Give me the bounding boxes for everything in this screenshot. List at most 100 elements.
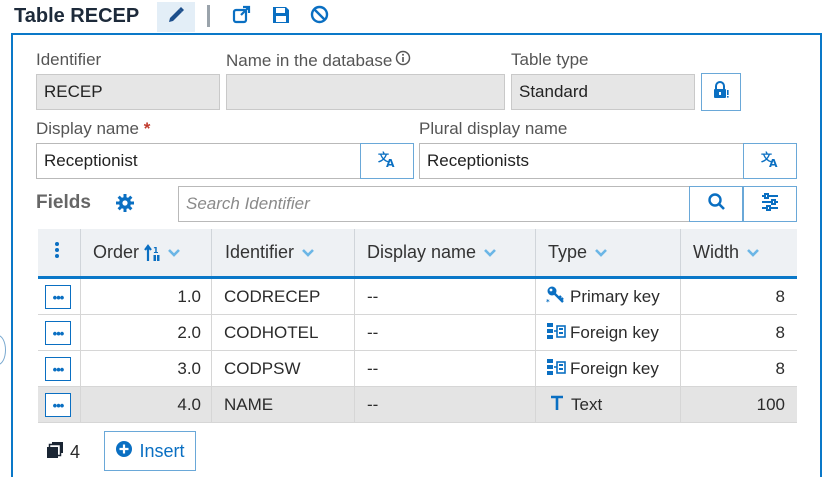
translate-plural-name-button[interactable]: 文A	[743, 143, 797, 179]
more-dots-icon: •••	[52, 325, 65, 341]
width-cell: 100	[756, 395, 785, 414]
display-name-header-label: Display name	[367, 242, 477, 262]
chevron-down-icon	[594, 248, 608, 258]
stack-icon	[46, 441, 64, 464]
tabletype-field[interactable]: Standard	[511, 74, 695, 110]
cell-divider	[354, 279, 355, 315]
dbname-label-wrap: Name in the database	[226, 50, 411, 71]
type-header-label: Type	[548, 242, 588, 262]
display-name-field[interactable]: Receptionist	[36, 143, 361, 179]
type-cell: Text	[550, 387, 602, 423]
identifier-cell: CODHOTEL	[224, 323, 319, 342]
translate-icon: 文A	[760, 149, 780, 174]
identifier-field[interactable]: RECEP	[36, 74, 220, 110]
cancel-icon	[310, 5, 329, 29]
display-name-cell: --	[367, 287, 379, 306]
insert-label: Insert	[139, 440, 185, 461]
row-actions-button[interactable]: •••	[45, 321, 71, 345]
svg-text:*: *	[546, 298, 550, 305]
cell-divider	[211, 351, 212, 387]
header-divider	[535, 229, 536, 276]
header-divider	[211, 229, 212, 276]
header-divider	[680, 229, 681, 276]
search-icon	[707, 192, 726, 216]
search-button[interactable]	[689, 186, 743, 222]
row-actions-button[interactable]: •••	[45, 393, 71, 417]
table-row[interactable]: ••• 2.0 CODHOTEL -- Foreign key 8	[38, 315, 797, 351]
order-header-label: Order	[93, 242, 140, 262]
order-cell: 4.0	[177, 395, 201, 414]
width-header-label: Width	[693, 242, 740, 262]
record-count: 4	[46, 441, 80, 464]
insert-button[interactable]: Insert	[104, 431, 196, 471]
order-cell: 3.0	[177, 359, 201, 378]
cell-divider	[354, 315, 355, 351]
vertical-dots-icon	[54, 241, 60, 264]
cell-divider	[535, 315, 536, 351]
pencil-icon	[167, 6, 185, 29]
identifier-header-label: Identifier	[225, 242, 295, 262]
order-cell: 2.0	[177, 323, 201, 342]
plural-display-name-field[interactable]: Receptionists	[419, 143, 744, 179]
gear-icon	[115, 194, 135, 217]
cell-divider	[535, 351, 536, 387]
type-cell: Foreign key	[546, 351, 659, 387]
type-cell: * Primary key	[546, 279, 660, 315]
type-label: Foreign key	[570, 359, 659, 378]
chevron-down-icon	[746, 248, 760, 258]
type-label: Text	[571, 395, 603, 414]
column-header-order[interactable]: Order 1	[93, 229, 181, 276]
dbname-label: Name in the database	[226, 50, 393, 70]
more-dots-icon: •••	[52, 361, 65, 377]
translate-display-name-button[interactable]: 文A	[360, 143, 414, 179]
column-header-display-name[interactable]: Display name	[367, 229, 497, 276]
row-actions-button[interactable]: •••	[45, 357, 71, 381]
more-dots-icon: •••	[52, 397, 65, 413]
identifier-cell: CODRECEP	[224, 287, 321, 306]
row-actions-button[interactable]: •••	[45, 285, 71, 309]
edit-button[interactable]	[157, 2, 195, 32]
plus-circle-icon	[115, 440, 133, 463]
save-icon	[272, 6, 290, 29]
unlock-table-type-button[interactable]	[701, 73, 741, 111]
column-header-type[interactable]: Type	[548, 229, 608, 276]
page-title: Table RECEP	[14, 5, 140, 27]
svg-text:1: 1	[153, 246, 159, 255]
info-icon[interactable]	[395, 50, 411, 71]
column-menu-button[interactable]	[54, 229, 60, 276]
tabletype-label: Table type	[511, 50, 589, 69]
display-name-cell: --	[367, 395, 379, 414]
cell-divider	[211, 279, 212, 315]
filter-settings-button[interactable]	[743, 186, 797, 222]
grid-header: Order 1 Identifier Display name Type Wid…	[38, 229, 797, 279]
table-row[interactable]: ••• 4.0 NAME -- Text 100	[38, 387, 797, 423]
order-cell: 1.0	[177, 287, 201, 306]
type-cell: Foreign key	[546, 315, 659, 351]
svg-text:A: A	[386, 157, 395, 169]
dbname-field[interactable]	[226, 74, 505, 110]
open-external-button[interactable]	[222, 2, 260, 32]
table-row[interactable]: ••• 3.0 CODPSW -- Foreign key 8	[38, 351, 797, 387]
type-label: Primary key	[570, 287, 660, 306]
type-label: Foreign key	[570, 323, 659, 342]
column-header-identifier[interactable]: Identifier	[225, 229, 315, 276]
search-input[interactable]: Search Identifier	[178, 186, 690, 222]
table-row[interactable]: ••• 1.0 CODRECEP -- * Primary key 8	[38, 279, 797, 315]
column-header-width[interactable]: Width	[693, 229, 760, 276]
width-cell: 8	[775, 359, 785, 378]
chevron-down-icon	[167, 248, 181, 258]
foreign-key-icon	[546, 357, 566, 382]
save-button[interactable]	[262, 2, 300, 32]
side-panel-handle[interactable]	[0, 335, 6, 365]
fields-settings-button[interactable]	[115, 193, 135, 218]
header-divider	[354, 229, 355, 276]
width-cell: 8	[775, 287, 785, 306]
cell-divider	[535, 387, 536, 423]
cancel-button[interactable]	[300, 2, 338, 32]
header-divider	[80, 229, 81, 276]
key-icon: *	[546, 285, 566, 310]
cell-divider	[211, 387, 212, 423]
record-count-value: 4	[70, 442, 81, 462]
fields-grid: Order 1 Identifier Display name Type Wid…	[38, 229, 797, 423]
fields-heading: Fields	[36, 192, 91, 213]
